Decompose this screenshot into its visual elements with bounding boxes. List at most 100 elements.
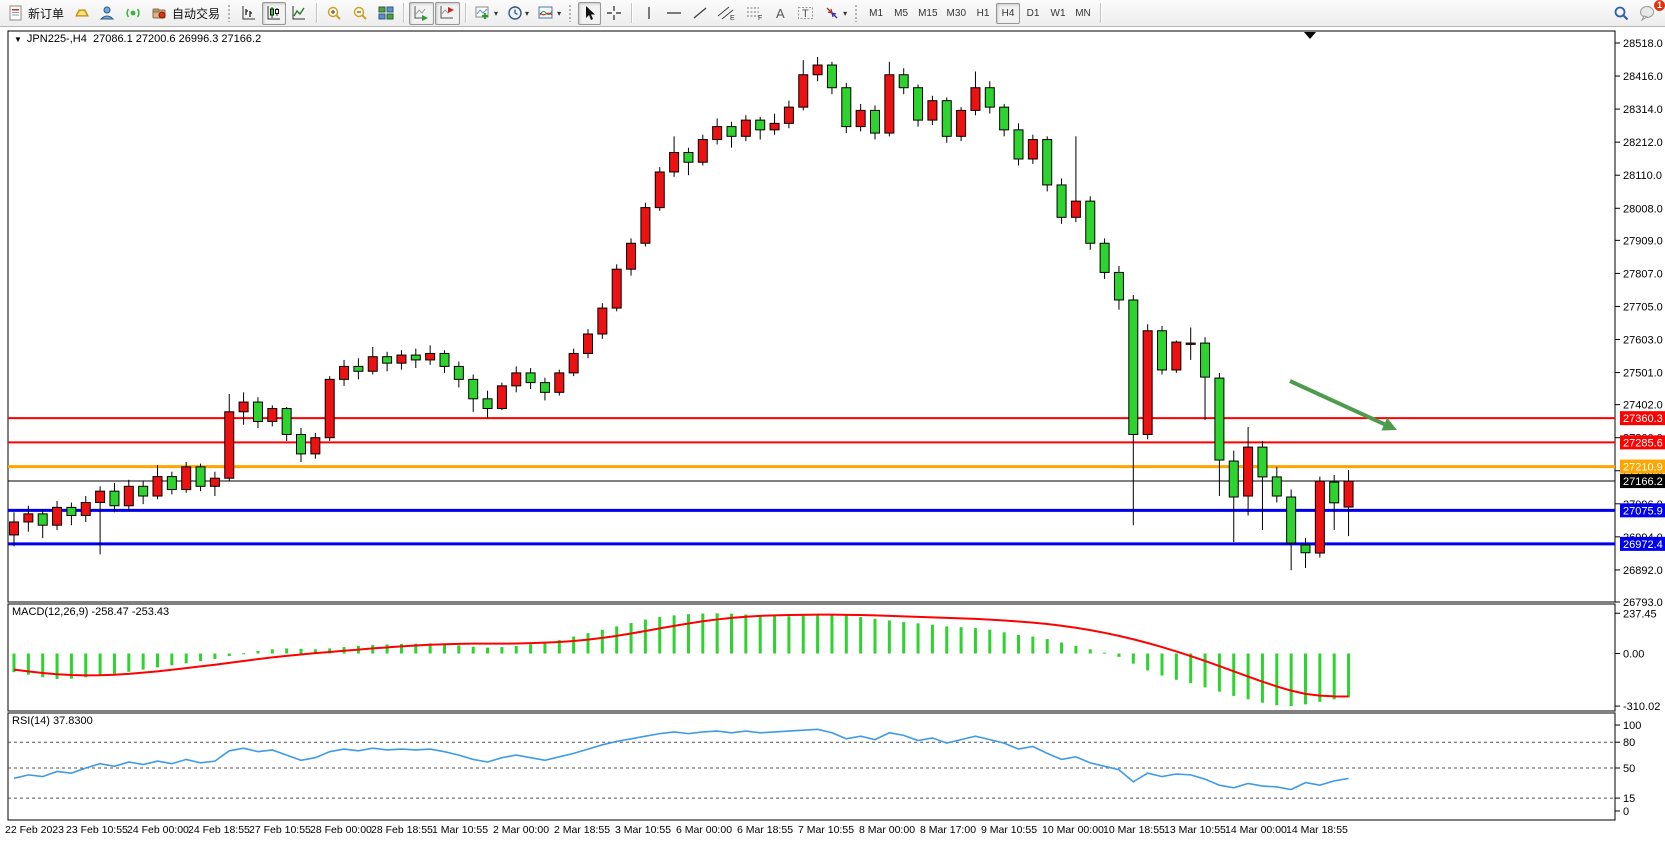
main-panel[interactable]: [8, 31, 1615, 602]
notification-badge: 1: [1653, 0, 1665, 12]
timeframe-h1[interactable]: H1: [971, 3, 995, 24]
macd-histogram-bar: [960, 627, 963, 653]
candle-body: [971, 88, 980, 111]
macd-histogram-bar: [1003, 632, 1006, 653]
candle-body: [871, 110, 880, 133]
zoom-in-icon: [326, 5, 343, 22]
macd-histogram-bar: [113, 654, 116, 674]
macd-histogram-bar: [1046, 639, 1049, 653]
periods-button[interactable]: ▾: [503, 2, 533, 25]
fibonacci-icon: F: [745, 5, 764, 21]
text-label-button[interactable]: T: [793, 2, 819, 25]
candle-body: [885, 75, 894, 133]
y-tick-label: 0.00: [1623, 649, 1644, 661]
macd-histogram-bar: [170, 654, 173, 666]
rsi-indicator-label: RSI(14) 37.8300: [12, 715, 93, 727]
timeframe-h4[interactable]: H4: [996, 3, 1020, 24]
macd-histogram-bar: [457, 645, 460, 653]
macd-histogram-bar: [859, 617, 862, 653]
macd-histogram-bar: [1060, 642, 1063, 653]
candle-body: [1272, 477, 1281, 496]
timeframe-m5[interactable]: M5: [889, 3, 913, 24]
market-watch-button[interactable]: [69, 2, 94, 25]
candle-body: [627, 243, 636, 269]
candle-body: [497, 386, 506, 409]
candle-body: [96, 491, 105, 502]
macd-histogram-bar: [529, 644, 532, 653]
candle-body: [856, 110, 865, 126]
bar-chart-button[interactable]: [237, 2, 261, 25]
macd-histogram-bar: [127, 654, 130, 672]
timeframe-mn[interactable]: MN: [1071, 3, 1095, 24]
y-tick-label: -310.02: [1623, 701, 1660, 713]
candlestick-chart-button[interactable]: [262, 2, 286, 25]
macd-histogram-bar: [744, 615, 747, 654]
price-level-badge-label: 27285.6: [1623, 437, 1663, 449]
timeframe-w1[interactable]: W1: [1046, 3, 1070, 24]
price-level-badge-label: 27166.2: [1623, 476, 1663, 488]
chart-shift-icon: [439, 5, 456, 21]
zoom-in-button[interactable]: [322, 2, 347, 25]
cursor-button[interactable]: [578, 2, 601, 25]
y-tick-label: 237.45: [1623, 608, 1657, 620]
timeframe-m15[interactable]: M15: [914, 3, 941, 24]
arrows-button[interactable]: ▾: [820, 2, 851, 25]
line-chart-button[interactable]: [287, 2, 311, 25]
candle-body: [426, 353, 435, 359]
trendline-button[interactable]: [688, 2, 712, 25]
new-order-button[interactable]: 新订单: [4, 2, 68, 25]
auto-scroll-icon: [413, 5, 430, 21]
macd-histogram-bar: [1204, 654, 1207, 688]
candle-body: [569, 353, 578, 372]
autotrade-button[interactable]: 自动交易: [147, 2, 224, 25]
zoom-out-button[interactable]: [348, 2, 373, 25]
macd-histogram-bar: [500, 647, 503, 653]
crosshair-button[interactable]: [602, 2, 626, 25]
auto-scroll-button[interactable]: [409, 2, 434, 25]
notifications-button[interactable]: 1: [1635, 2, 1661, 25]
vertical-line-button[interactable]: [637, 2, 660, 25]
macd-histogram-bar: [400, 644, 403, 654]
time-axis-label: 8 Mar 17:00: [920, 824, 976, 836]
macd-histogram-bar: [1031, 637, 1034, 654]
indicators-button[interactable]: ▾: [471, 2, 502, 25]
time-axis-label: 14 Mar 00:00: [1225, 824, 1287, 836]
macd-histogram-bar: [1132, 654, 1135, 664]
candle-body: [124, 486, 133, 505]
horizontal-line-button[interactable]: [661, 2, 687, 25]
candle-body: [899, 75, 908, 88]
signal-icon: [125, 5, 142, 21]
equidistant-channel-button[interactable]: E: [713, 2, 740, 25]
chart-shift-button[interactable]: [435, 2, 460, 25]
timeframe-m30[interactable]: M30: [943, 3, 970, 24]
horizontal-line-icon: [665, 5, 683, 21]
candle-body: [612, 269, 621, 308]
candle-body: [225, 412, 234, 478]
y-tick-label: 100: [1623, 720, 1641, 732]
fibonacci-button[interactable]: F: [741, 2, 768, 25]
chart-area[interactable]: 28518.028416.028314.028212.028110.028008…: [0, 27, 1665, 843]
candle-body: [1071, 201, 1080, 217]
tile-windows-button[interactable]: [374, 2, 398, 25]
candle-body: [813, 65, 822, 75]
macd-histogram-bar: [1290, 654, 1293, 707]
timeframe-m1[interactable]: M1: [864, 3, 888, 24]
candle-body: [555, 373, 564, 392]
new-order-icon: [8, 5, 24, 21]
y-tick-label: 28008.0: [1623, 203, 1663, 215]
candle-body: [770, 123, 779, 129]
macd-histogram-bar: [285, 648, 288, 653]
macd-panel[interactable]: [8, 604, 1615, 711]
macd-histogram-bar: [213, 654, 216, 659]
text-button[interactable]: A: [769, 2, 792, 25]
timeframe-d1[interactable]: D1: [1021, 3, 1045, 24]
macd-histogram-bar: [1175, 654, 1178, 680]
trendline-icon: [692, 5, 708, 21]
accounts-button[interactable]: [95, 2, 120, 25]
macd-histogram-bar: [931, 625, 934, 654]
search-button[interactable]: [1609, 2, 1634, 25]
signals-button[interactable]: [121, 2, 146, 25]
templates-button[interactable]: ▾: [534, 2, 565, 25]
candle-body: [684, 153, 693, 163]
candle-body: [1143, 331, 1152, 435]
